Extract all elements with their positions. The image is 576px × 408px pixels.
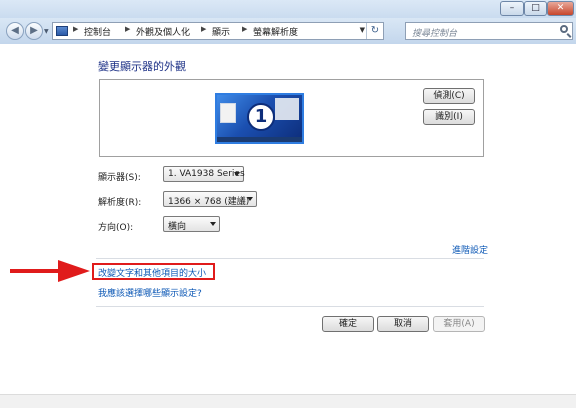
chevron-down-icon — [210, 222, 216, 226]
monitor-thumbnail[interactable]: 1 — [215, 93, 304, 144]
forward-button[interactable]: ▶ — [25, 22, 43, 40]
search-placeholder: 搜尋控制台 — [412, 29, 458, 39]
search-icon[interactable] — [560, 25, 568, 33]
thumbnail-window-left — [220, 103, 236, 123]
breadcrumb-separator-icon[interactable]: ▶ — [242, 25, 247, 33]
address-dropdown-icon[interactable]: ▼ — [360, 26, 365, 34]
display-settings-help-link[interactable]: 我應該選擇哪些顯示設定? — [98, 286, 202, 299]
refresh-icon[interactable]: ↻ — [366, 23, 383, 39]
recent-pages-dropdown-icon[interactable]: ▼ — [44, 28, 49, 35]
thumbnail-taskbar — [217, 137, 302, 142]
back-button[interactable]: ◀ — [6, 22, 24, 40]
display-select[interactable]: 1. VA1938 Series — [163, 166, 245, 182]
resolution-label: 解析度(R): — [98, 198, 142, 208]
window-bottom-border — [0, 394, 576, 408]
orientation-label: 方向(O): — [98, 223, 134, 233]
breadcrumb-separator-icon[interactable]: ▶ — [201, 25, 206, 33]
identify-button[interactable]: 識別(I) — [423, 109, 475, 125]
apply-button[interactable]: 套用(A) — [433, 316, 485, 332]
monitor-number-badge: 1 — [247, 103, 275, 131]
advanced-settings-link[interactable]: 進階設定 — [452, 243, 488, 256]
maximize-button[interactable]: □ — [524, 1, 547, 16]
annotation-arrow-icon — [58, 260, 90, 282]
breadcrumb-separator-icon[interactable]: ▶ — [125, 25, 130, 33]
breadcrumb-separator-icon[interactable]: ▶ — [73, 25, 78, 33]
orientation-select[interactable]: 橫向 — [163, 216, 220, 232]
monitor-preview-panel: 1 偵測(C) 識別(I) — [99, 79, 484, 157]
resolution-select-value: 1366 × 768 (建議) — [168, 197, 250, 207]
resolution-select[interactable]: 1366 × 768 (建議) — [163, 191, 257, 207]
divider — [96, 306, 484, 307]
breadcrumb-display[interactable]: 顯示 — [212, 25, 230, 38]
navigation-bar: ◀ ▶ ▼ ▶ 控制台 ▶ 外觀及個人化 ▶ 顯示 ▶ 螢幕解析度 ▼ ↻ 搜尋… — [0, 18, 576, 44]
minimize-button[interactable]: – — [500, 1, 524, 16]
cancel-button[interactable]: 取消 — [377, 316, 429, 332]
chevron-down-icon — [234, 172, 240, 176]
display-label: 顯示器(S): — [98, 173, 141, 183]
ok-button[interactable]: 確定 — [322, 316, 374, 332]
close-button[interactable]: ✕ — [547, 1, 574, 16]
back-arrow-icon: ◀ — [11, 25, 19, 36]
chevron-down-icon — [247, 197, 253, 201]
thumbnail-window-right — [275, 98, 299, 120]
highlight-box — [92, 263, 215, 280]
annotation-arrow-shaft — [10, 269, 60, 273]
search-input[interactable]: 搜尋控制台 — [405, 22, 573, 40]
breadcrumb-appearance[interactable]: 外觀及個人化 — [136, 25, 190, 38]
control-panel-icon — [56, 26, 68, 36]
forward-arrow-icon: ▶ — [30, 25, 38, 36]
orientation-select-value: 橫向 — [168, 222, 187, 232]
divider — [96, 258, 484, 259]
address-bar[interactable]: ▶ 控制台 ▶ 外觀及個人化 ▶ 顯示 ▶ 螢幕解析度 ▼ ↻ — [52, 22, 384, 40]
breadcrumb-control-panel[interactable]: 控制台 — [84, 25, 111, 38]
breadcrumb-screen-resolution[interactable]: 螢幕解析度 — [253, 25, 298, 38]
detect-button[interactable]: 偵測(C) — [423, 88, 475, 104]
page-title: 變更顯示器的外觀 — [98, 60, 186, 73]
